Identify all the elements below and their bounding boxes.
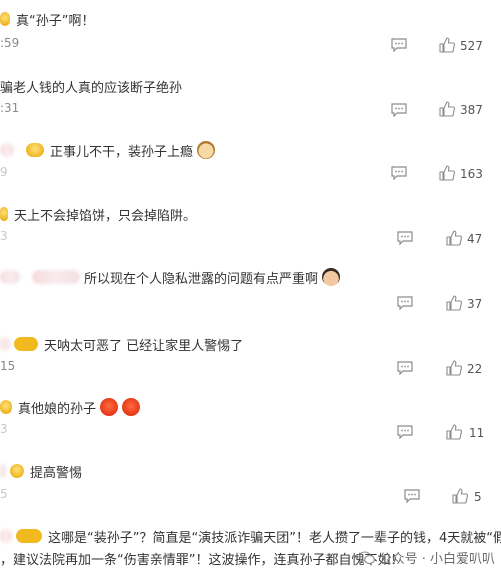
thumbs-up-icon[interactable] [446, 295, 462, 311]
level-badge-icon [14, 337, 38, 351]
fan-badge-icon [26, 143, 44, 157]
comment-icon[interactable] [397, 231, 413, 245]
comment-lead: 骗老人钱的人真的应该断子绝孙 [0, 76, 182, 96]
watermark: 公众号 · 小白爱叭叭 [358, 548, 495, 567]
comment-text: 天上不会掉馅饼，只会掉陷阱。 [14, 208, 197, 224]
comment-icon[interactable] [397, 425, 413, 439]
username-blurred [0, 337, 10, 351]
comment-text: 所以现在个人隐私泄露的问题有点严重啊 [84, 271, 319, 287]
like-count: 163 [460, 167, 483, 181]
comment-item: 天上不会掉馅饼，只会掉陷阱。 3 47 [0, 204, 501, 274]
username-blurred [0, 464, 6, 478]
comment-item: 真“孙子”啊！ :59 527 [0, 9, 501, 79]
comment-lead: 正事儿不干，装孙子上瘾 [0, 140, 216, 160]
thumbs-up-icon[interactable] [446, 360, 462, 376]
comment-text: 天呐太可恶了 已经让家里人警惕了 [44, 338, 244, 354]
fan-badge-icon [0, 12, 10, 26]
username-blurred [0, 270, 20, 284]
thumbs-up-icon[interactable] [439, 165, 455, 181]
wechat-icon [358, 550, 375, 564]
fan-badge-icon [0, 207, 8, 221]
angry-emoji-icon [122, 398, 141, 416]
comment-text: 骗老人钱的人真的应该断子绝孙 [0, 80, 183, 96]
comment-icon[interactable] [397, 361, 413, 375]
comment-lead: 提高警惕 [0, 461, 82, 481]
comment-lead: 天呐太可恶了 已经让家里人警惕了 [0, 334, 243, 354]
watermark-text: 公众号 · 小白爱叭叭 [378, 552, 495, 567]
comment-item: 正事儿不干，装孙子上瘾 9 163 [0, 140, 501, 210]
comment-item: 天呐太可恶了 已经让家里人警惕了 15 22 [0, 334, 501, 404]
comment-time: :31 [0, 101, 20, 115]
comment-lead: 这哪是“装孙子”？简直是“演技派诈骗天团”！老人攒了一辈子的钱，4天就被“假孙 [0, 526, 501, 546]
like-count: 22 [467, 362, 483, 376]
comment-item: 骗老人钱的人真的应该断子绝孙 :31 387 [0, 76, 501, 146]
comment-lead: 所以现在个人隐私泄露的问题有点严重啊 [0, 267, 341, 287]
username-blurred [0, 143, 14, 157]
comment-lead: 真他娘的孙子 [0, 397, 141, 417]
angry-emoji-icon [100, 398, 119, 416]
like-count: 11 [469, 426, 485, 440]
comment-text: 这哪是“装孙子”？简直是“演技派诈骗天团”！老人攒了一辈子的钱，4天就被“假孙 [48, 530, 501, 546]
thumbs-up-icon[interactable] [452, 488, 468, 504]
comment-icon[interactable] [391, 103, 407, 117]
like-count: 387 [460, 103, 483, 117]
fan-badge-icon [10, 464, 24, 478]
comment-text: 提高警惕 [30, 465, 83, 481]
like-count: 37 [467, 297, 483, 311]
comment-text: 真“孙子”啊！ [16, 13, 95, 29]
thumbs-up-icon[interactable] [446, 424, 462, 440]
comment-icon[interactable] [397, 296, 413, 310]
comment-item: 所以现在个人隐私泄露的问题有点严重啊 37 [0, 267, 501, 337]
comment-icon[interactable] [404, 489, 420, 503]
like-count: 527 [460, 39, 483, 53]
thumbs-up-icon[interactable] [446, 230, 462, 246]
level-badge-icon [16, 529, 42, 543]
comment-text: 正事儿不干，装孙子上瘾 [50, 144, 194, 160]
like-count: 47 [467, 232, 483, 246]
comment-time: :59 [0, 36, 20, 50]
thumbs-up-icon[interactable] [439, 101, 455, 117]
comment-time: 15 [0, 359, 16, 373]
face-emoji-icon [322, 268, 341, 286]
like-count: 5 [474, 490, 482, 504]
comment-text: 真他娘的孙子 [18, 401, 97, 417]
username-blurred [32, 270, 80, 284]
comment-item: 提高警惕 5 5 [0, 461, 501, 531]
username-blurred [0, 529, 12, 543]
comment-time: 9 [0, 165, 8, 179]
comment-item: 真他娘的孙子 3 11 [0, 397, 501, 467]
thumbs-up-icon[interactable] [439, 37, 455, 53]
comment-lead: 真“孙子”啊！ [0, 9, 94, 29]
comment-time: 3 [0, 229, 8, 243]
comment-lead: 天上不会掉馅饼，只会掉陷阱。 [0, 204, 196, 224]
comment-time: 3 [0, 422, 8, 436]
comment-icon[interactable] [391, 166, 407, 180]
comment-time: 5 [0, 487, 8, 501]
cat-emoji-icon [197, 141, 216, 159]
comment-text-continued: ，建议法院再加一条“伤害亲情罪”！这波操作，连真孙子都自愧不如！ [0, 553, 404, 568]
fan-badge-icon [0, 400, 12, 414]
comment-icon[interactable] [391, 38, 407, 52]
